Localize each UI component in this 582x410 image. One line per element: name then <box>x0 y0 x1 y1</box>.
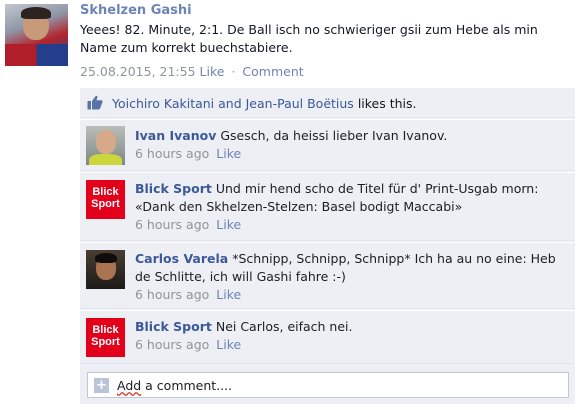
comment-author[interactable]: Carlos Varela <box>135 251 228 266</box>
post-author-name[interactable]: Skhelzen Gashi <box>80 3 192 18</box>
like-link[interactable]: Like <box>200 64 225 79</box>
comment-item: Carlos Varela *Schnipp, Schnipp, Schnipp… <box>80 242 575 309</box>
comment-text: Gsesch, da heissi lieber Ivan Ivanov. <box>220 128 448 143</box>
post-meta: 25.08.2015, 21:55 Like · Comment <box>80 64 304 79</box>
thumbs-up-icon <box>87 95 103 110</box>
likes-suffix: likes this. <box>357 96 417 111</box>
post-timestamp[interactable]: 25.08.2015, 21:55 <box>80 64 196 79</box>
plus-icon: + <box>94 378 109 393</box>
commenter-avatar[interactable]: Blick Sport <box>86 180 125 219</box>
comments-panel: Yoichiro Kakitani and Jean-Paul Boëtius … <box>80 88 575 404</box>
comment-text: Nei Carlos, eifach nei. <box>215 319 353 334</box>
commenter-avatar[interactable] <box>86 250 125 289</box>
blick-sport-logo: Blick Sport <box>91 186 120 210</box>
comment-like-link[interactable]: Like <box>213 217 241 232</box>
commenter-avatar[interactable] <box>86 126 125 165</box>
comment-meta: 6 hours ago Like <box>135 286 567 304</box>
add-comment-input[interactable]: + Add a comment.... <box>87 372 569 398</box>
comment-author[interactable]: Ivan Ivanov <box>135 128 216 143</box>
comment-meta: 6 hours ago Like <box>135 216 567 234</box>
comment-meta: 6 hours ago Like <box>135 145 567 163</box>
comment-author[interactable]: Blick Sport <box>135 319 212 334</box>
comment-time[interactable]: 6 hours ago <box>135 337 209 352</box>
meta-separator: · <box>231 64 236 79</box>
comment-body: Blick Sport Und mir hend scho de Titel f… <box>135 180 567 234</box>
comment-time[interactable]: 6 hours ago <box>135 146 209 161</box>
comment-item: Ivan Ivanov Gsesch, da heissi lieber Iva… <box>80 119 575 171</box>
comment-time[interactable]: 6 hours ago <box>135 217 209 232</box>
comment-item: Blick Sport Blick Sport Nei Carlos, eifa… <box>80 310 575 364</box>
commenter-avatar[interactable]: Blick Sport <box>86 318 125 357</box>
likers-names[interactable]: Yoichiro Kakitani and Jean-Paul Boëtius <box>112 96 354 111</box>
blick-sport-logo: Blick Sport <box>91 324 120 348</box>
facebook-post: Skhelzen Gashi Yeees! 82. Minute, 2:1. D… <box>0 0 582 410</box>
comment-like-link[interactable]: Like <box>213 287 241 302</box>
comment-like-link[interactable]: Like <box>213 337 241 352</box>
author-avatar[interactable] <box>5 4 68 66</box>
add-comment-placeholder: Add a comment.... <box>117 378 233 393</box>
comment-author[interactable]: Blick Sport <box>135 181 212 196</box>
comment-body: Carlos Varela *Schnipp, Schnipp, Schnipp… <box>135 250 567 304</box>
comment-body: Blick Sport Nei Carlos, eifach nei. 6 ho… <box>135 318 567 354</box>
likes-summary: Yoichiro Kakitani and Jean-Paul Boëtius … <box>80 88 575 118</box>
likes-text: Yoichiro Kakitani and Jean-Paul Boëtius … <box>112 96 417 111</box>
comment-like-link[interactable]: Like <box>213 146 241 161</box>
comment-body: Ivan Ivanov Gsesch, da heissi lieber Iva… <box>135 127 567 163</box>
comment-link[interactable]: Comment <box>242 64 303 79</box>
comment-meta: 6 hours ago Like <box>135 336 567 354</box>
comment-time[interactable]: 6 hours ago <box>135 287 209 302</box>
post-text: Yeees! 82. Minute, 2:1. De Ball isch no … <box>80 22 538 55</box>
comment-item: Blick Sport Blick Sport Und mir hend sch… <box>80 172 575 241</box>
